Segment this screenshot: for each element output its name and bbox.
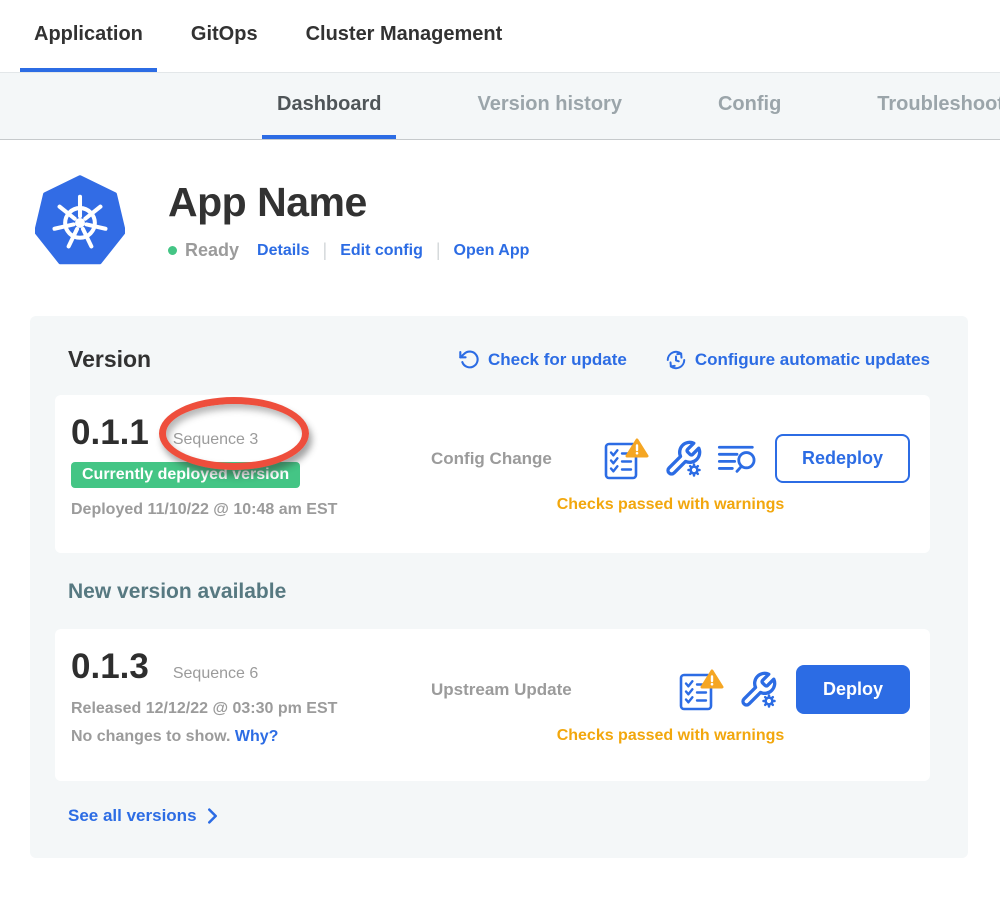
available-version-card: 0.1.3 Sequence 6 Released 12/12/22 @ 03:…: [55, 629, 930, 781]
status-badge: Ready: [185, 240, 239, 261]
check-for-update-label: Check for update: [488, 350, 627, 370]
chevron-right-icon: [207, 808, 218, 824]
tab-config[interactable]: Config: [703, 73, 796, 139]
current-version-card: 0.1.1 Sequence 3 Currently deployed vers…: [55, 395, 930, 553]
refresh-icon: [459, 349, 480, 370]
preflight-checks-warning-icon[interactable]: [678, 668, 724, 712]
divider: |: [436, 240, 441, 261]
tab-dashboard[interactable]: Dashboard: [262, 73, 396, 139]
checks-status-text: Checks passed with warnings: [431, 727, 910, 745]
why-link[interactable]: Why?: [235, 728, 279, 745]
deploy-button[interactable]: Deploy: [796, 665, 910, 714]
app-header: App Name Ready Details | Edit config | O…: [35, 173, 1000, 271]
checks-status-text: Checks passed with warnings: [431, 496, 910, 514]
tab-application[interactable]: Application: [20, 0, 157, 72]
preflight-checks-warning-icon[interactable]: [603, 437, 649, 481]
available-sequence-label: Sequence 6: [173, 665, 258, 683]
version-panel: Version Check for update Configure autom…: [30, 316, 968, 858]
edit-config-link[interactable]: Edit config: [340, 242, 423, 260]
details-link[interactable]: Details: [257, 242, 309, 260]
status-dot-icon: [168, 246, 177, 255]
kubernetes-logo-icon: [35, 173, 125, 271]
tab-cluster-management[interactable]: Cluster Management: [292, 0, 517, 72]
divider: |: [323, 240, 328, 261]
version-source-label: Config Change: [431, 449, 603, 469]
version-source-label: Upstream Update: [431, 680, 678, 700]
configure-automatic-updates-button[interactable]: Configure automatic updates: [665, 349, 930, 371]
no-changes-text: No changes to show.: [71, 728, 230, 745]
edit-config-icon[interactable]: [663, 439, 703, 479]
edit-config-icon[interactable]: [738, 670, 778, 710]
tab-troubleshoot[interactable]: Troubleshoot: [862, 73, 1000, 139]
new-version-heading: New version available: [68, 580, 930, 604]
released-timestamp: Released 12/12/22 @ 03:30 pm EST: [71, 700, 431, 718]
page-title: App Name: [168, 179, 529, 226]
redeploy-button[interactable]: Redeploy: [775, 434, 910, 483]
open-app-link[interactable]: Open App: [454, 242, 530, 260]
current-sequence-label: Sequence 3: [173, 431, 258, 449]
see-all-versions-link[interactable]: See all versions: [68, 806, 218, 826]
primary-nav: Application GitOps Cluster Management: [0, 0, 1000, 72]
tab-version-history[interactable]: Version history: [462, 73, 637, 139]
view-diff-icon[interactable]: [717, 442, 757, 476]
see-all-versions-label: See all versions: [68, 806, 197, 826]
auto-update-schedule-icon: [665, 349, 687, 371]
currently-deployed-badge: Currently deployed version: [71, 462, 300, 488]
version-panel-title: Version: [68, 346, 151, 373]
tab-gitops[interactable]: GitOps: [177, 0, 272, 72]
app-section-nav: Dashboard Version history Config Trouble…: [0, 72, 1000, 140]
available-version-number: 0.1.3: [71, 647, 149, 687]
deployed-timestamp: Deployed 11/10/22 @ 10:48 am EST: [71, 501, 431, 519]
current-version-number: 0.1.1: [71, 413, 149, 453]
check-for-update-button[interactable]: Check for update: [459, 349, 627, 370]
configure-automatic-updates-label: Configure automatic updates: [695, 350, 930, 370]
